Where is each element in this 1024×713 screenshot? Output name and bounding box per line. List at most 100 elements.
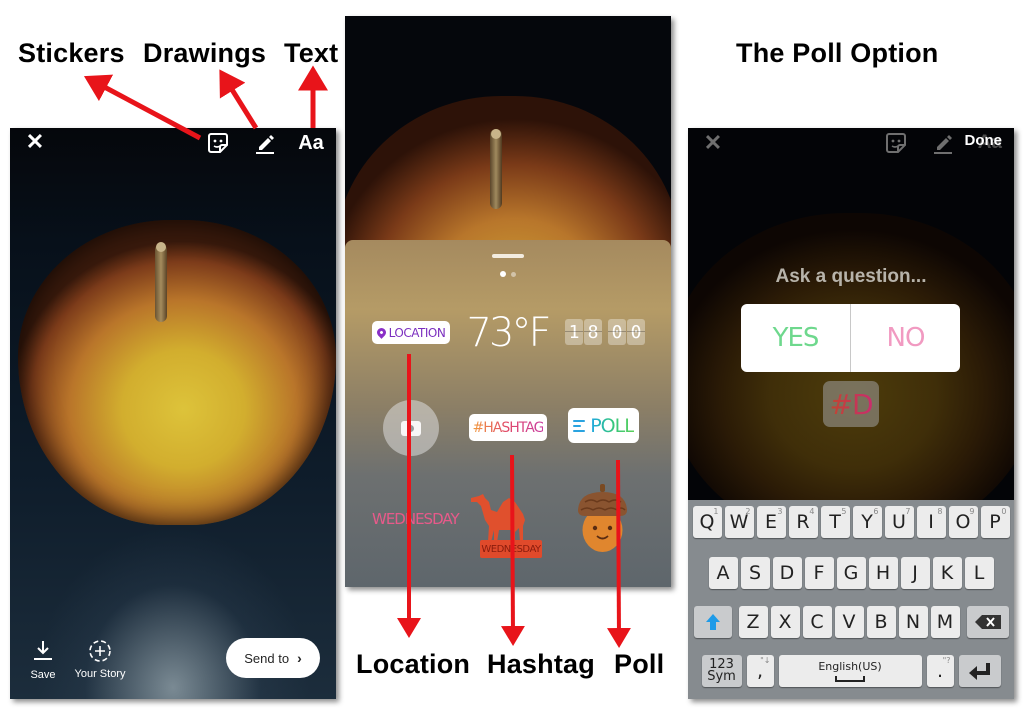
key-q[interactable]: 1Q <box>692 506 722 538</box>
hashtag-sticker-label: #HASHTAG <box>472 419 545 436</box>
key-alt-label: 3 <box>777 507 783 516</box>
apple-stem <box>490 129 502 209</box>
period-key-alt: "? <box>942 656 951 665</box>
caption-poll-option: The Poll Option <box>736 38 939 68</box>
key-alt-label: 9 <box>969 507 975 516</box>
pen-icon[interactable] <box>931 131 955 155</box>
location-sticker[interactable]: LOCATION <box>372 321 450 344</box>
hashtag-sticker[interactable]: #HASHTAG <box>469 414 547 441</box>
key-alt-label: 0 <box>1001 507 1007 516</box>
poll-sticker[interactable]: POLL <box>568 408 639 443</box>
editor-toolbar: ✕ Aa Done <box>688 128 1014 158</box>
text-button[interactable]: Aa <box>296 131 326 155</box>
location-pin-icon <box>374 326 388 339</box>
key-t[interactable]: 5T <box>820 506 850 538</box>
key-label: E <box>764 511 777 533</box>
key-v[interactable]: V <box>834 606 864 638</box>
pen-icon[interactable] <box>253 131 277 155</box>
page-dot-active <box>500 271 506 277</box>
poll-option-yes[interactable]: YES <box>741 304 851 372</box>
key-l[interactable]: L <box>964 557 994 589</box>
key-k[interactable]: K <box>932 557 962 589</box>
key-u[interactable]: 7U <box>884 506 914 538</box>
key-d[interactable]: D <box>772 557 802 589</box>
key-p[interactable]: 0P <box>980 506 1010 538</box>
period-key[interactable]: "? . <box>926 655 954 687</box>
key-y[interactable]: 6Y <box>852 506 882 538</box>
key-z[interactable]: Z <box>738 606 768 638</box>
symbols-key-bottom: Sym <box>707 669 736 684</box>
your-story-button[interactable]: Your Story <box>72 639 128 680</box>
caption-drawings: Drawings <box>143 38 267 68</box>
caption-poll: Poll <box>614 649 665 679</box>
sticker-icon[interactable] <box>884 131 908 155</box>
key-label: I <box>928 511 934 533</box>
comma-key-alt: "↓ <box>760 656 771 665</box>
temperature-sticker[interactable]: 73°F <box>467 310 552 356</box>
drag-handle[interactable] <box>492 254 524 258</box>
time-digit: 0 <box>608 319 626 345</box>
page-indicator <box>500 271 516 277</box>
poll-option-no[interactable]: NO <box>851 304 960 372</box>
key-m[interactable]: M <box>930 606 960 638</box>
key-i[interactable]: 8I <box>916 506 946 538</box>
key-s[interactable]: S <box>740 557 770 589</box>
hashtag-draft-sticker[interactable]: #D <box>823 381 879 427</box>
save-button[interactable]: Save <box>28 639 58 681</box>
poll-sticker-label: POLL <box>590 414 635 437</box>
key-alt-label: 5 <box>841 507 847 516</box>
key-a[interactable]: A <box>708 557 738 589</box>
shift-key[interactable] <box>693 606 732 638</box>
time-digit: 8 <box>584 319 602 345</box>
keyboard-row-3: ZXCVBNM <box>688 606 1014 638</box>
camel-icon <box>471 494 525 542</box>
key-c[interactable]: C <box>802 606 832 638</box>
key-g[interactable]: G <box>836 557 866 589</box>
caption-text: Text <box>284 38 339 68</box>
time-digit: 0 <box>627 319 645 345</box>
editor-bottom-bar: Save Your Story Send to › <box>10 629 336 699</box>
day-badge-sticker[interactable]: WEDNESDAY <box>480 540 542 558</box>
save-label: Save <box>30 669 56 681</box>
key-label: Q <box>699 511 715 533</box>
key-label: P <box>989 511 1001 533</box>
key-label: O <box>955 511 971 533</box>
key-e[interactable]: 3E <box>756 506 786 538</box>
close-icon[interactable]: ✕ <box>702 130 724 155</box>
key-j[interactable]: J <box>900 557 930 589</box>
caption-stickers: Stickers <box>18 38 125 68</box>
download-icon <box>34 641 52 660</box>
key-o[interactable]: 9O <box>948 506 978 538</box>
symbols-key[interactable]: 123 Sym <box>701 655 742 687</box>
arrow-drawings <box>219 69 259 130</box>
onscreen-keyboard: 1Q2W3E4R5T6Y7U8I9O0P ASDFGHJKL ZXCVBNM 1… <box>688 500 1014 699</box>
enter-key[interactable] <box>958 655 1001 687</box>
close-icon[interactable]: ✕ <box>24 129 46 154</box>
key-b[interactable]: B <box>866 606 896 638</box>
key-r[interactable]: 4R <box>788 506 818 538</box>
backspace-key[interactable] <box>966 606 1009 638</box>
key-alt-label: 7 <box>905 507 911 516</box>
comma-key[interactable]: "↓ , <box>746 655 774 687</box>
acorn-sticker[interactable] <box>575 484 630 556</box>
key-x[interactable]: X <box>770 606 800 638</box>
poll-options: YES NO <box>741 304 960 372</box>
key-f[interactable]: F <box>804 557 834 589</box>
poll-question-input[interactable]: Ask a question... <box>688 266 1014 288</box>
key-alt-label: 4 <box>809 507 815 516</box>
key-h[interactable]: H <box>868 557 898 589</box>
key-label: U <box>892 511 906 533</box>
keyboard-row-2: ASDFGHJKL <box>688 557 1014 589</box>
page-dot <box>511 271 516 277</box>
add-story-icon <box>89 640 111 662</box>
send-to-button[interactable]: Send to › <box>226 638 320 678</box>
day-sticker[interactable]: WEDNESDAY <box>372 510 460 528</box>
sticker-icon[interactable] <box>206 131 230 155</box>
space-key[interactable]: English(US) <box>778 655 922 687</box>
done-button[interactable]: Done <box>965 132 1003 149</box>
time-sticker[interactable]: 1 8 0 0 <box>565 319 645 345</box>
key-alt-label: 8 <box>937 507 943 516</box>
camera-sticker[interactable] <box>383 400 439 456</box>
key-w[interactable]: 2W <box>724 506 754 538</box>
key-n[interactable]: N <box>898 606 928 638</box>
